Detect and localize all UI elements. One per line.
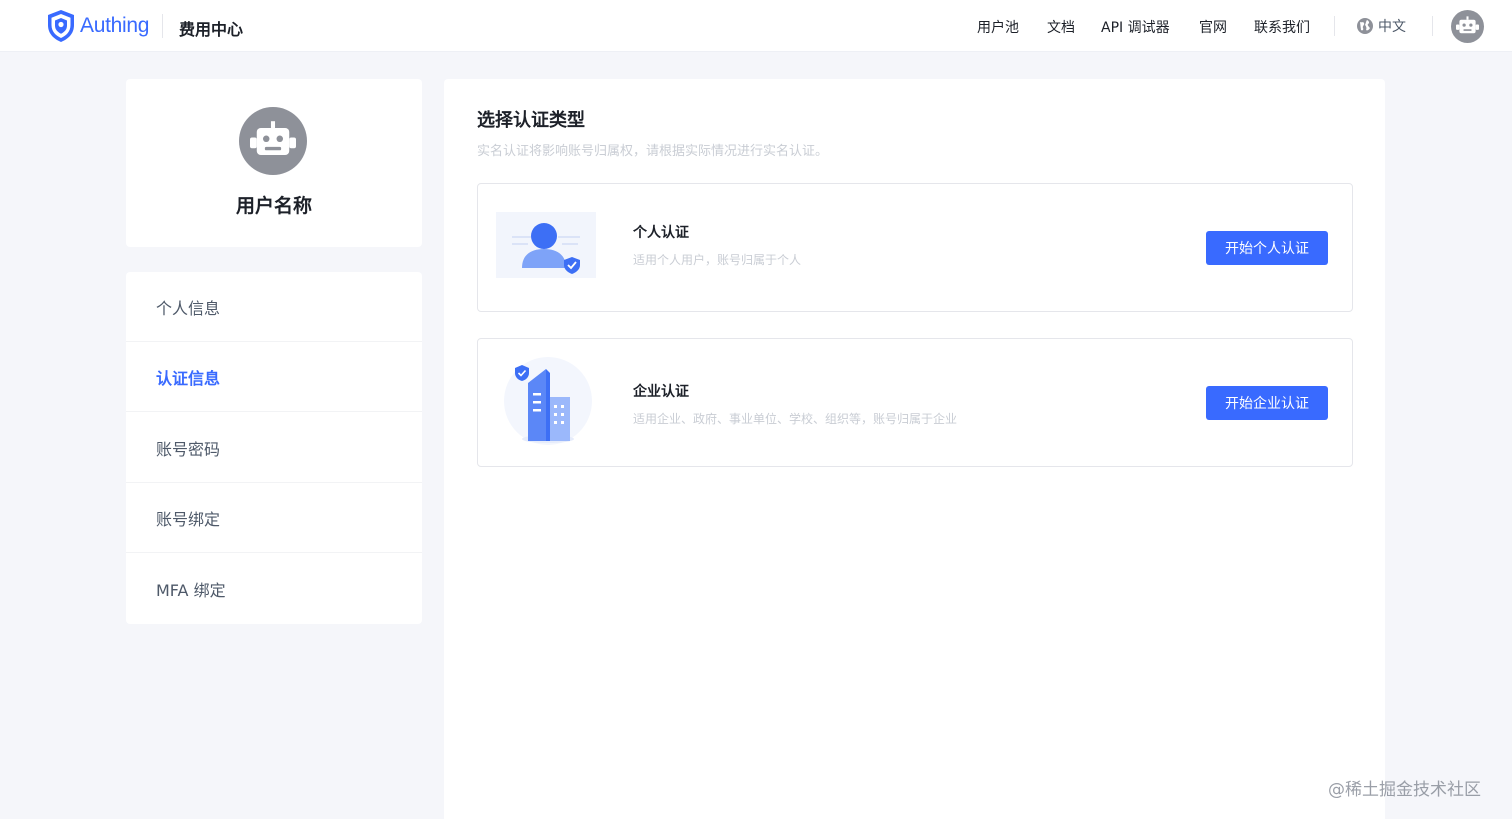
nav-official-site[interactable]: 官网 xyxy=(1199,17,1227,37)
header-divider xyxy=(1432,16,1433,36)
sidebar-item-account-binding[interactable]: 账号绑定 xyxy=(126,483,422,553)
shield-logo-icon xyxy=(48,10,74,42)
watermark-text: @稀土掘金技术社区 xyxy=(1328,780,1481,800)
personal-verification-description: 适用个人用户，账号归属于个人 xyxy=(633,253,802,267)
enterprise-verification-card: 企业认证 适用企业、政府、事业单位、学校、组织等，账号归属于企业 开始企业认证 xyxy=(477,338,1353,467)
personal-verify-illustration xyxy=(496,212,596,278)
globe-icon xyxy=(1357,18,1373,34)
profile-avatar[interactable] xyxy=(239,107,307,175)
profile-card: 用户名称 xyxy=(126,79,422,247)
enterprise-verify-illustration xyxy=(504,357,592,445)
personal-verification-card: 个人认证 适用个人用户，账号归属于个人 开始个人认证 xyxy=(477,183,1353,312)
sidebar-item-account-password[interactable]: 账号密码 xyxy=(126,413,422,483)
start-personal-verification-button[interactable]: 开始个人认证 xyxy=(1206,231,1328,265)
header-divider xyxy=(162,14,163,38)
nav-contact-us[interactable]: 联系我们 xyxy=(1254,17,1310,37)
main-panel: 选择认证类型 实名认证将影响账号归属权，请根据实际情况进行实名认证。 个人认证 … xyxy=(444,79,1385,819)
personal-verification-title: 个人认证 xyxy=(633,225,689,241)
user-avatar[interactable] xyxy=(1451,10,1484,43)
sidebar-item-verification-info[interactable]: 认证信息 xyxy=(126,342,422,412)
top-header: Authing 费用中心 用户池 文档 API 调试器 官网 联系我们 中文 xyxy=(0,0,1512,52)
sidebar-item-mfa-binding[interactable]: MFA 绑定 xyxy=(126,554,422,624)
nav-docs[interactable]: 文档 xyxy=(1047,17,1075,37)
app-title: 费用中心 xyxy=(179,20,244,39)
brand-name: Authing xyxy=(80,14,150,37)
page-title: 选择认证类型 xyxy=(477,110,585,131)
enterprise-verification-title: 企业认证 xyxy=(633,384,689,400)
header-divider xyxy=(1334,16,1335,36)
sidebar-item-personal-info[interactable]: 个人信息 xyxy=(126,272,422,342)
enterprise-verification-description: 适用企业、政府、事业单位、学校、组织等，账号归属于企业 xyxy=(633,412,958,426)
nav-user-pool[interactable]: 用户池 xyxy=(977,17,1019,37)
profile-username: 用户名称 xyxy=(235,195,312,217)
robot-avatar-icon xyxy=(250,120,296,155)
start-enterprise-verification-button[interactable]: 开始企业认证 xyxy=(1206,386,1328,420)
sidebar-menu: 个人信息 认证信息 账号密码 账号绑定 MFA 绑定 xyxy=(126,272,422,624)
language-switcher[interactable]: 中文 xyxy=(1356,16,1406,36)
robot-avatar-icon xyxy=(1456,16,1479,34)
page-description: 实名认证将影响账号归属权，请根据实际情况进行实名认证。 xyxy=(477,144,829,159)
language-label: 中文 xyxy=(1378,19,1406,35)
nav-api-debugger[interactable]: API 调试器 xyxy=(1101,17,1170,37)
authing-logo[interactable]: Authing xyxy=(46,9,149,43)
